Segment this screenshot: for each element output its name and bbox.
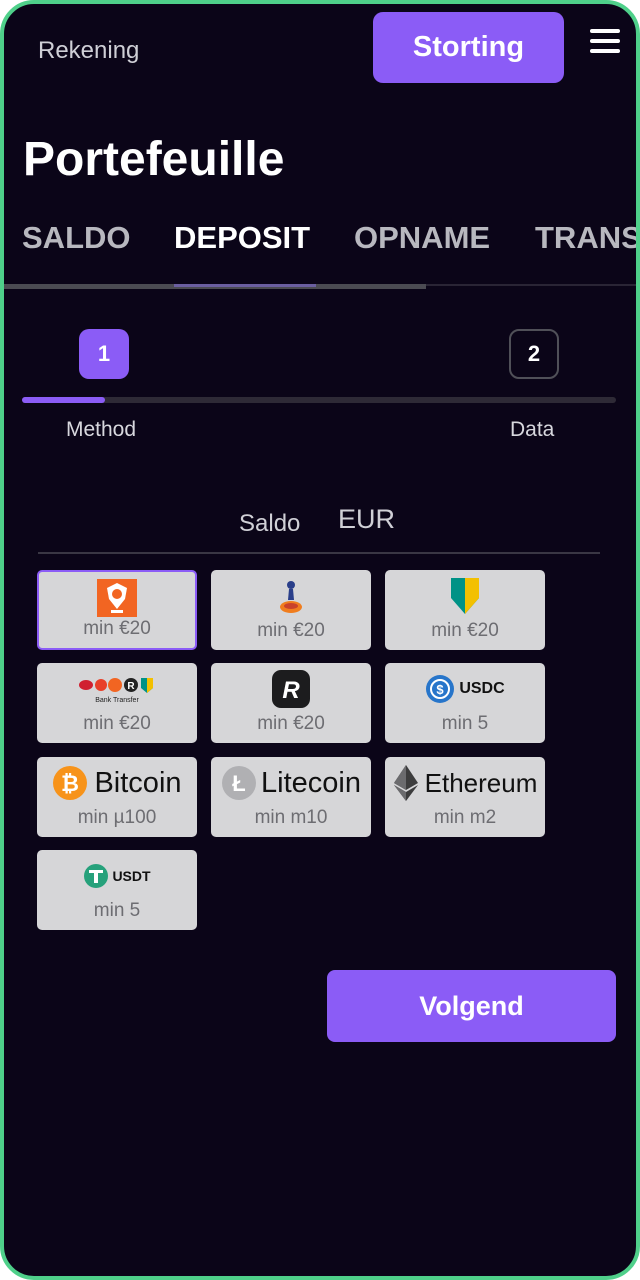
method-tile-litecoin[interactable]: Ł Litecoin min m10 — [211, 757, 371, 837]
ethereum-diamond-icon — [393, 765, 418, 801]
deposit-button[interactable]: Storting — [373, 12, 564, 83]
method-min-amount: min €20 — [83, 618, 151, 639]
method-min-amount: min m2 — [433, 807, 497, 828]
method-min-amount: min €20 — [257, 620, 325, 641]
revolut-icon: R — [211, 669, 371, 709]
active-tab-indicator — [174, 284, 316, 287]
currency-selector[interactable]: EUR — [338, 504, 395, 535]
method-min-amount: min 5 — [93, 900, 141, 921]
svg-text:$: $ — [437, 682, 445, 697]
method-min-amount: min €20 — [431, 620, 499, 641]
tab-deposit[interactable]: DEPOSIT — [174, 220, 310, 256]
svg-text:₿: ₿ — [62, 771, 80, 796]
svg-text:R: R — [127, 681, 135, 692]
bitcoin-coin-icon: ₿ — [53, 766, 88, 800]
step-progress-track — [22, 397, 616, 403]
account-link[interactable]: Rekening — [38, 37, 139, 65]
method-tile-usdc[interactable]: $ USDC min 5 — [385, 663, 545, 743]
hamburger-menu-icon[interactable] — [590, 26, 620, 56]
step-2-indicator: 2 — [509, 329, 559, 379]
rabobank-icon — [211, 576, 371, 616]
page-title: Portefeuille — [23, 133, 285, 186]
method-tile-abn-amro[interactable]: min €20 — [385, 570, 545, 650]
bitcoin-logo-text: Bitcoin — [94, 766, 182, 799]
method-tile-rabobank[interactable]: min €20 — [211, 570, 371, 650]
method-tile-ethereum[interactable]: Ethereum min m2 — [385, 757, 545, 837]
step-2-label: Data — [510, 418, 555, 441]
method-tile-ing[interactable]: min €20 — [37, 570, 197, 650]
ing-lion-icon — [39, 578, 195, 618]
step-progress-fill — [22, 397, 105, 403]
svg-text:R: R — [282, 677, 300, 704]
method-tile-usdt[interactable]: USDT min 5 — [37, 850, 197, 930]
tab-transactions[interactable]: TRANS — [535, 220, 636, 256]
step-1-indicator: 1 — [79, 329, 129, 379]
next-button[interactable]: Volgend — [327, 970, 616, 1042]
method-tile-bitcoin[interactable]: ₿ Bitcoin min µ100 — [37, 757, 197, 837]
ethereum-logo-text: Ethereum — [424, 767, 538, 798]
litecoin-logo-text: Litecoin — [261, 766, 361, 799]
tether-coin-icon — [84, 864, 109, 888]
bank-transfer-logos-icon: R Bank Transfer — [37, 669, 197, 709]
usdc-coin-icon: $ — [426, 675, 455, 703]
method-tile-revolut[interactable]: R min €20 — [211, 663, 371, 743]
phone-frame: Rekening Storting Portefeuille SALDO DEP… — [0, 0, 640, 1280]
tab-opname[interactable]: OPNAME — [354, 220, 490, 256]
usdc-logo-text: USDC — [459, 680, 505, 697]
method-min-amount: min m10 — [254, 807, 328, 828]
currency-caption: Saldo — [239, 510, 301, 537]
method-tile-bank-transfer[interactable]: R Bank Transfer min €20 — [37, 663, 197, 743]
litecoin-coin-icon: Ł — [222, 766, 257, 800]
usdt-logo-text: USDT — [112, 868, 151, 884]
bank-transfer-caption: Bank Transfer — [95, 697, 139, 704]
method-min-amount: min µ100 — [77, 807, 157, 828]
currency-divider — [38, 552, 600, 554]
method-min-amount: min €20 — [257, 713, 325, 734]
svg-text:Ł: Ł — [232, 771, 245, 796]
method-min-amount: min €20 — [83, 713, 151, 734]
method-min-amount: min 5 — [441, 713, 489, 734]
abn-amro-shield-icon — [385, 576, 545, 616]
tab-saldo[interactable]: SALDO — [22, 220, 131, 256]
step-1-label: Method — [66, 418, 137, 441]
